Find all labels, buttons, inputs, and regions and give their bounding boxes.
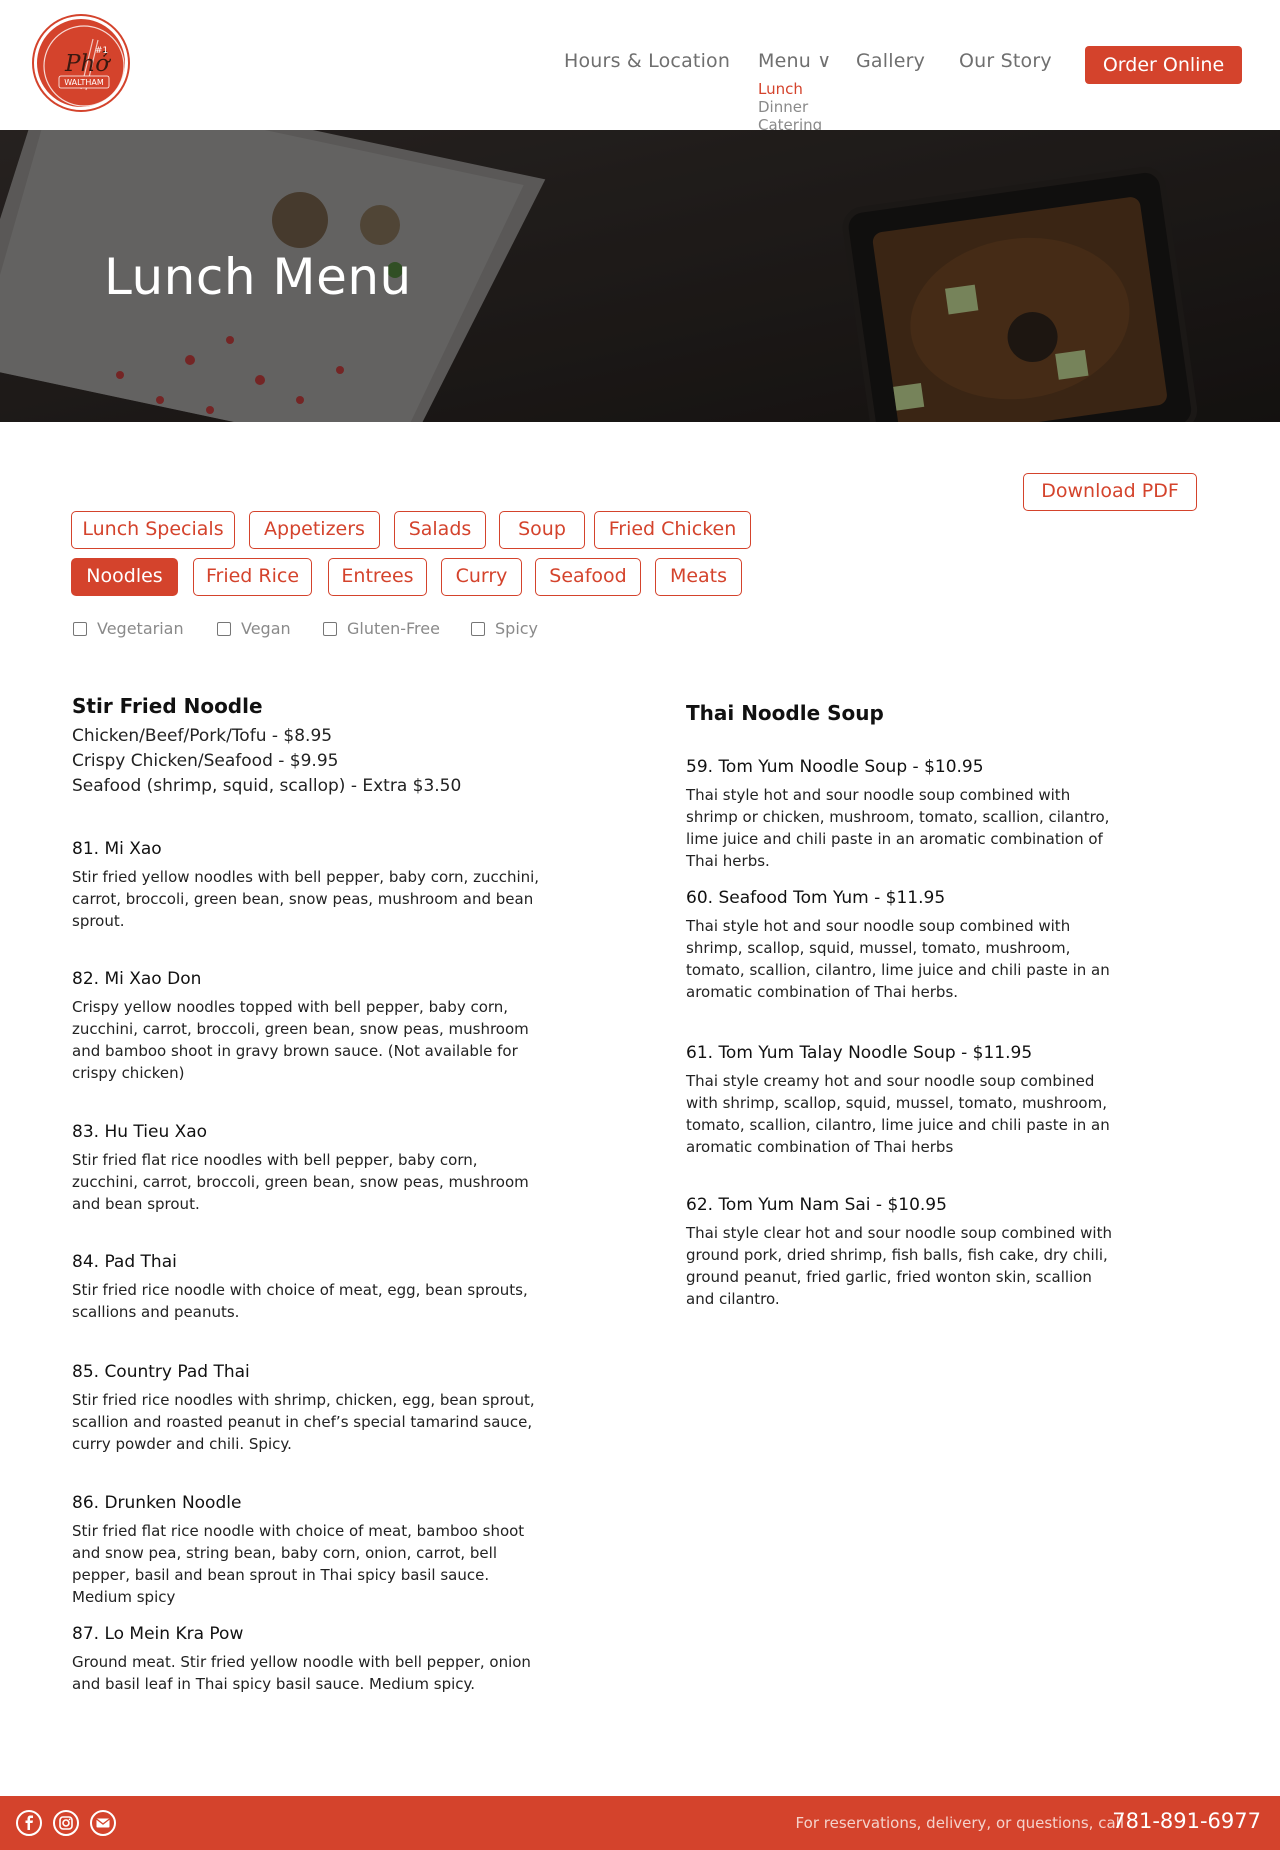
tab-curry[interactable]: Curry — [441, 558, 522, 596]
price-line: Seafood (shrimp, squid, scallop) - Extra… — [72, 776, 462, 796]
menu-item: 60. Seafood Tom Yum - $11.95 Thai style … — [686, 887, 1122, 1003]
vegan-checkbox[interactable] — [217, 621, 231, 636]
item-description: Thai style creamy hot and sour noodle so… — [686, 1072, 1110, 1156]
item-description: Stir fried flat rice noodles with bell p… — [72, 1151, 529, 1213]
submenu-dinner[interactable]: Dinner — [758, 98, 822, 116]
filter-gluten-free[interactable]: Gluten-Free — [323, 619, 440, 638]
hero-banner: Lunch Menu — [0, 130, 1280, 422]
nav-menu-dropdown[interactable]: Menu ∨ — [758, 50, 831, 72]
spicy-checkbox[interactable] — [471, 621, 485, 636]
section-title: Stir Fried Noodle — [72, 694, 263, 718]
tab-lunch-specials[interactable]: Lunch Specials — [71, 511, 235, 549]
item-name: 62. Tom Yum Nam Sai - $10.95 — [686, 1195, 947, 1215]
price-line: Chicken/Beef/Pork/Tofu - $8.95 — [72, 726, 333, 746]
menu-item: 86. Drunken Noodle Stir fried flat rice … — [72, 1492, 548, 1608]
tab-fried-rice[interactable]: Fried Rice — [193, 558, 312, 596]
gluten-free-checkbox[interactable] — [323, 621, 337, 636]
contact-note: For reservations, delivery, or questions… — [795, 1814, 1124, 1832]
item-description: Thai style hot and sour noodle soup comb… — [686, 786, 1110, 870]
price-list: Chicken/Beef/Pork/Tofu - $8.95 Crispy Ch… — [72, 724, 542, 799]
menu-item: 83. Hu Tieu Xao Stir fried flat rice noo… — [72, 1121, 548, 1215]
filter-spicy[interactable]: Spicy — [471, 619, 538, 638]
nav-gallery[interactable]: Gallery — [856, 50, 925, 72]
restaurant-logo[interactable]: Phở #1 WALTHAM — [34, 16, 128, 110]
filter-label: Spicy — [495, 619, 539, 638]
item-name: 87. Lo Mein Kra Pow — [72, 1624, 244, 1644]
menu-item: 59. Tom Yum Noodle Soup - $10.95 Thai st… — [686, 756, 1122, 872]
item-name: 85. Country Pad Thai — [72, 1362, 250, 1382]
item-name: 59. Tom Yum Noodle Soup - $10.95 — [686, 757, 984, 777]
menu-item: 85. Country Pad Thai Stir fried rice noo… — [72, 1361, 548, 1455]
menu-item: 84. Pad Thai Stir fried rice noodle with… — [72, 1251, 548, 1323]
tab-salads[interactable]: Salads — [394, 511, 486, 549]
item-description: Stir fried flat rice noodle with choice … — [72, 1522, 525, 1606]
tab-seafood[interactable]: Seafood — [535, 558, 641, 596]
menu-item: 87. Lo Mein Kra Pow Ground meat. Stir fr… — [72, 1623, 548, 1695]
filter-vegan[interactable]: Vegan — [217, 619, 291, 638]
menu-item: 82. Mi Xao Don Crispy yellow noodles top… — [72, 968, 548, 1084]
item-name: 84. Pad Thai — [72, 1252, 177, 1272]
item-description: Stir fried rice noodle with choice of me… — [72, 1281, 528, 1321]
item-description: Ground meat. Stir fried yellow noodle wi… — [72, 1653, 531, 1693]
tab-appetizers[interactable]: Appetizers — [249, 511, 380, 549]
item-name: 83. Hu Tieu Xao — [72, 1122, 208, 1142]
item-name: 61. Tom Yum Talay Noodle Soup - $11.95 — [686, 1043, 1033, 1063]
vegetarian-checkbox[interactable] — [73, 621, 87, 636]
site-footer: For reservations, delivery, or questions… — [0, 1796, 1280, 1850]
price-line: Crispy Chicken/Seafood - $9.95 — [72, 751, 339, 771]
download-pdf-button[interactable]: Download PDF — [1023, 473, 1197, 511]
item-description: Stir fried yellow noodles with bell pepp… — [72, 868, 540, 930]
tab-meats[interactable]: Meats — [655, 558, 742, 596]
item-name: 82. Mi Xao Don — [72, 969, 202, 989]
site-header: Phở #1 WALTHAM Hours & Location Menu ∨ G… — [0, 0, 1280, 134]
menu-item: 81. Mi Xao Stir fried yellow noodles wit… — [72, 838, 548, 932]
filter-label: Vegan — [241, 619, 291, 638]
menu-item: 62. Tom Yum Nam Sai - $10.95 Thai style … — [686, 1194, 1122, 1310]
item-name: 86. Drunken Noodle — [72, 1493, 242, 1513]
facebook-icon[interactable] — [16, 1810, 42, 1836]
tab-entrees[interactable]: Entrees — [328, 558, 427, 596]
item-name: 60. Seafood Tom Yum - $11.95 — [686, 888, 946, 908]
thai-noodle-soup-section: Thai Noodle Soup — [686, 701, 1156, 725]
instagram-icon[interactable] — [53, 1810, 79, 1836]
stir-fried-noodle-section: Stir Fried Noodle Chicken/Beef/Pork/Tofu… — [72, 694, 542, 799]
tab-fried-chicken[interactable]: Fried Chicken — [594, 511, 751, 549]
section-title: Thai Noodle Soup — [686, 701, 884, 725]
filter-label: Vegetarian — [97, 619, 184, 638]
submenu-lunch[interactable]: Lunch — [758, 80, 822, 98]
email-icon[interactable] — [90, 1810, 116, 1836]
item-description: Crispy yellow noodles topped with bell p… — [72, 998, 529, 1082]
tab-soup[interactable]: Soup — [499, 511, 585, 549]
menu-submenu: Lunch Dinner Catering — [758, 80, 822, 134]
logo-location: WALTHAM — [64, 78, 104, 87]
phone-number[interactable]: 781-891-6977 — [1112, 1809, 1261, 1833]
nav-our-story[interactable]: Our Story — [959, 50, 1052, 72]
order-online-button[interactable]: Order Online — [1085, 46, 1242, 84]
nav-hours-location[interactable]: Hours & Location — [564, 50, 730, 72]
filter-vegetarian[interactable]: Vegetarian — [73, 619, 184, 638]
item-description: Thai style clear hot and sour noodle sou… — [686, 1224, 1112, 1308]
logo-number: #1 — [95, 46, 108, 56]
menu-item: 61. Tom Yum Talay Noodle Soup - $11.95 T… — [686, 1042, 1122, 1158]
item-name: 81. Mi Xao — [72, 839, 162, 859]
item-description: Stir fried rice noodles with shrimp, chi… — [72, 1391, 535, 1453]
tab-noodles[interactable]: Noodles — [71, 558, 178, 596]
item-description: Thai style hot and sour noodle soup comb… — [686, 917, 1110, 1001]
page-title: Lunch Menu — [104, 248, 412, 306]
filter-label: Gluten-Free — [347, 619, 440, 638]
